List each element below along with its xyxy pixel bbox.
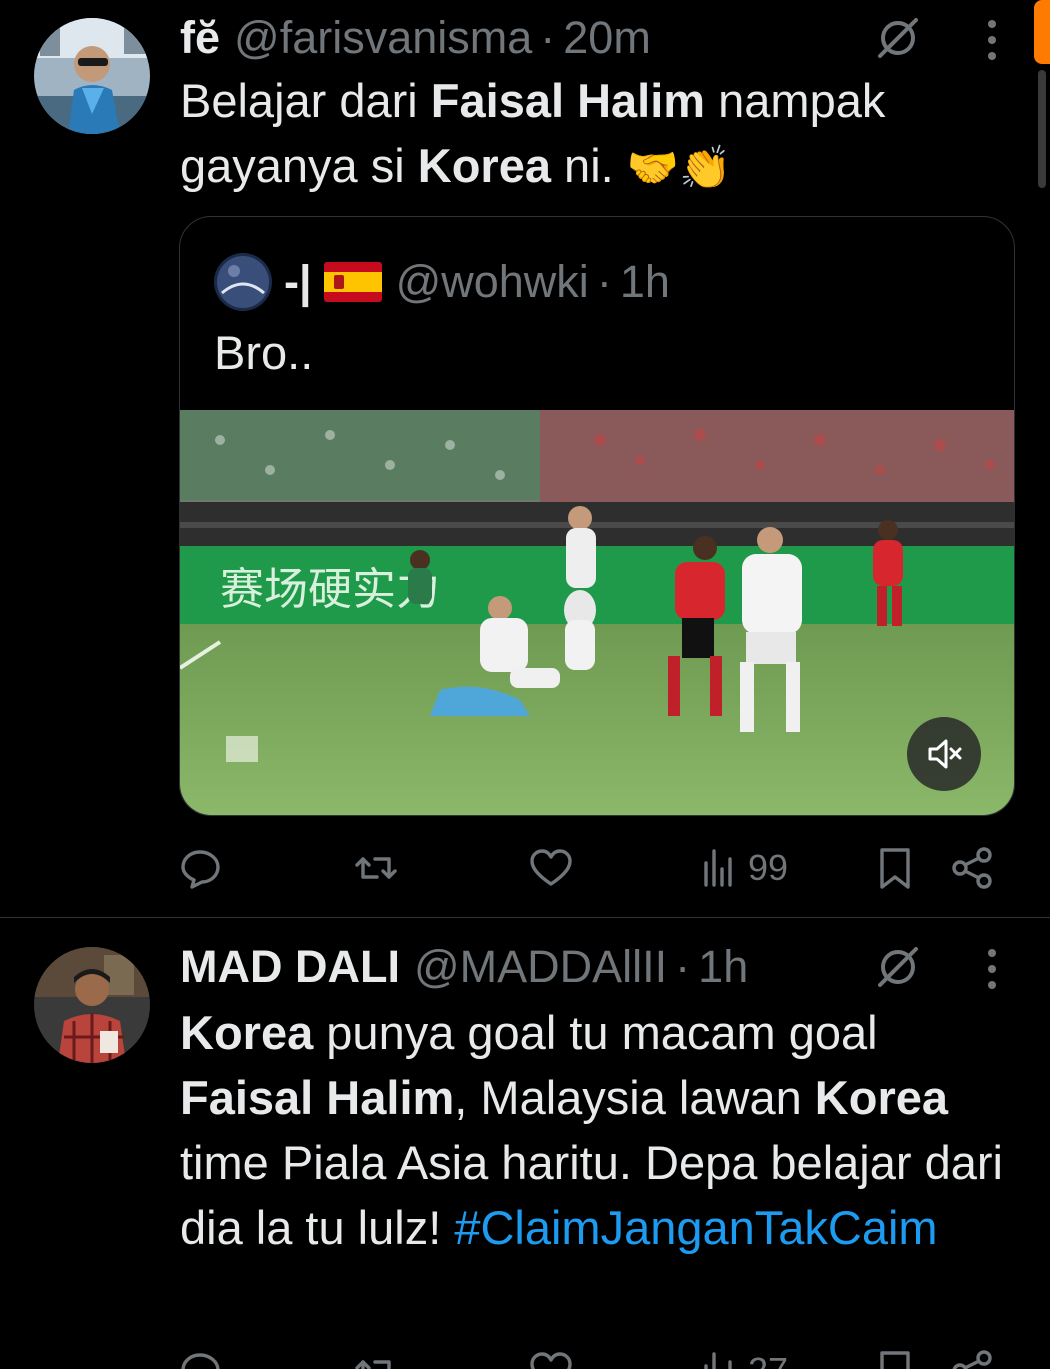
tweet-header: fĕ @farisvanisma · 20m (180, 10, 651, 66)
text-segment: punya goal tu macam goal (313, 1006, 878, 1059)
reply-button[interactable] (178, 840, 224, 896)
retweet-button[interactable] (353, 1343, 399, 1369)
speaker-muted-icon (928, 739, 962, 769)
tweet-text: Korea punya goal tu macam goal Faisal Ha… (180, 1000, 1020, 1260)
highlighted-keyword: Faisal Halim (180, 1071, 455, 1124)
retweet-button[interactable] (353, 840, 399, 896)
more-options-icon[interactable] (984, 18, 1000, 62)
separator-dot: · (540, 12, 556, 63)
bookmark-button[interactable] (872, 840, 918, 896)
display-name[interactable]: fĕ (180, 12, 220, 64)
quoted-timestamp[interactable]: 1h (620, 256, 670, 308)
quoted-handle[interactable]: @wohwki (396, 256, 589, 308)
quoted-header: -| @wohwki · 1h (284, 253, 670, 311)
tweet-actions: 27 (178, 1343, 1008, 1369)
user-handle[interactable]: @MADDAllII (414, 941, 667, 993)
like-button[interactable] (528, 1343, 574, 1369)
views-chart-icon (704, 849, 732, 887)
ad-board-text: 赛场硬实力 (220, 564, 440, 615)
text-segment: ni. (551, 139, 627, 192)
more-options-icon[interactable] (984, 947, 1000, 991)
avatar[interactable] (34, 947, 150, 1063)
grok-icon[interactable] (874, 14, 922, 62)
reply-icon (181, 850, 220, 889)
retweet-icon (355, 857, 397, 879)
bookmark-button[interactable] (872, 1343, 918, 1369)
heart-icon (530, 1352, 572, 1369)
views-chart-icon (704, 1352, 732, 1369)
share-button[interactable] (950, 840, 996, 896)
bookmark-icon (880, 848, 910, 889)
hashtag-link[interactable]: #ClaimJanganTakCaim (454, 1201, 937, 1254)
views-button[interactable]: 99 (698, 840, 788, 896)
views-count: 99 (748, 847, 789, 888)
heart-icon (530, 849, 572, 886)
user-handle[interactable]: @farisvanisma (234, 12, 532, 64)
mute-button[interactable] (907, 717, 981, 791)
quoted-avatar[interactable] (214, 253, 272, 311)
spain-flag-icon (323, 262, 382, 302)
timestamp[interactable]: 1h (698, 941, 748, 993)
text-segment: Belajar dari (180, 74, 431, 127)
like-button[interactable] (528, 840, 574, 896)
video-player[interactable]: 赛场硬实力 (180, 410, 1014, 815)
text-segment: , Malaysia lawan (454, 1071, 815, 1124)
separator-dot: · (596, 256, 612, 307)
grok-icon[interactable] (874, 943, 922, 991)
share-icon (952, 1350, 992, 1369)
highlighted-keyword: Korea (180, 1006, 314, 1059)
emoji: 🤝👏 (626, 144, 732, 191)
tweet[interactable]: MAD DALI @MADDAllII · 1h Korea punya goa… (0, 919, 1050, 1369)
share-icon (952, 847, 992, 889)
reply-icon (181, 1353, 220, 1369)
quoted-tweet[interactable]: -| @wohwki · 1h Bro.. 赛场硬实力 (179, 216, 1015, 816)
tweet-actions: 99 (178, 840, 1008, 896)
views-button[interactable]: 27 (698, 1343, 788, 1369)
highlighted-keyword: Korea (814, 1071, 949, 1124)
timestamp[interactable]: 20m (563, 12, 651, 64)
quoted-text: Bro.. (214, 326, 314, 379)
share-button[interactable] (950, 1343, 996, 1369)
quoted-display-name[interactable]: -| (284, 256, 312, 308)
highlighted-keyword: Faisal Halim (430, 74, 706, 127)
tweet-header: MAD DALI @MADDAllII · 1h (180, 939, 748, 995)
avatar[interactable] (34, 18, 150, 134)
separator-dot: · (675, 941, 691, 992)
bookmark-icon (880, 1351, 910, 1369)
tweet-text: Belajar dari Faisal Halim nampak gayanya… (180, 68, 1020, 200)
retweet-icon (355, 1360, 391, 1369)
reply-button[interactable] (178, 1343, 224, 1369)
views-count: 27 (748, 1350, 788, 1369)
display-name[interactable]: MAD DALI (180, 941, 400, 993)
tweet[interactable]: fĕ @farisvanisma · 20m Belajar dari Fais… (0, 0, 1050, 918)
highlighted-keyword: Korea (417, 139, 551, 192)
